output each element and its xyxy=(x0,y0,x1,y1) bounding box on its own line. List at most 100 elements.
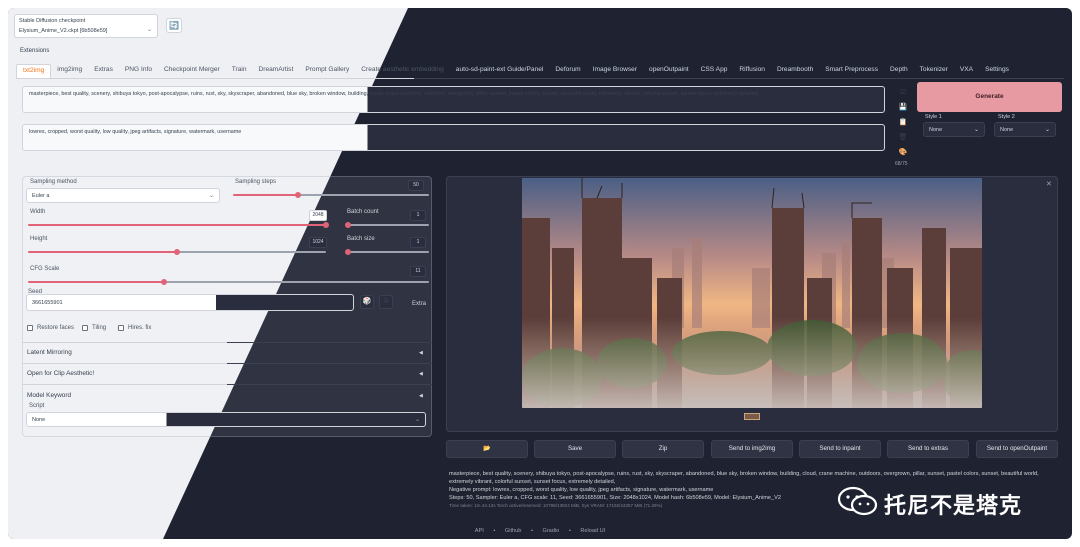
paste-params-icon[interactable]: ☑ xyxy=(898,88,908,98)
batch-size-slider[interactable] xyxy=(345,249,429,255)
tab-png-info[interactable]: PNG Info xyxy=(119,64,158,78)
slider-fill xyxy=(233,194,298,196)
cfg-scale-input[interactable]: 11 xyxy=(410,266,426,277)
tab-depth[interactable]: Depth xyxy=(884,64,914,78)
tab-tokenizer[interactable]: Tokenizer xyxy=(914,64,954,78)
tab-deforum[interactable]: Deforum xyxy=(549,64,586,78)
batch-count-slider[interactable] xyxy=(345,222,429,228)
tab-smart-preprocess[interactable]: Smart Preprocess xyxy=(819,64,884,78)
random-seed-button[interactable]: 🎲 xyxy=(360,295,374,309)
sampling-steps-label: Sampling steps xyxy=(235,179,277,185)
batch-size-input[interactable]: 1 xyxy=(410,237,426,248)
width-input[interactable]: 2048 xyxy=(309,210,327,221)
clip-aesthetic-accordion[interactable]: Open for Clip Aesthetic! xyxy=(27,370,94,377)
open-folder-button[interactable]: 📂 xyxy=(446,440,528,458)
negative-prompt-textarea[interactable]: lowres, cropped, worst quality, low qual… xyxy=(22,124,885,151)
footer-dot: • xyxy=(530,528,533,534)
script-value: None xyxy=(32,417,46,423)
cfg-scale-slider[interactable] xyxy=(28,279,429,285)
save-button[interactable]: Save xyxy=(534,440,616,458)
sampling-method-label: Sampling method xyxy=(30,179,77,185)
slider-fill xyxy=(28,224,326,226)
collapse-arrow-icon[interactable]: ◀ xyxy=(419,371,423,377)
restore-faces-checkbox[interactable] xyxy=(27,325,33,331)
trash-icon[interactable]: 🗑 xyxy=(898,133,908,143)
send-to-extras-button[interactable]: Send to extras xyxy=(887,440,969,458)
tab-image-browser[interactable]: Image Browser xyxy=(587,64,643,78)
width-label: Width xyxy=(30,209,46,215)
tab-openoutpaint[interactable]: openOutpaint xyxy=(643,64,695,78)
seed-input[interactable]: 3661655901 xyxy=(26,294,354,311)
script-dropdown[interactable]: None ⌄ xyxy=(26,412,426,427)
generated-image[interactable] xyxy=(522,178,982,408)
gallery-thumbnail[interactable] xyxy=(744,413,760,420)
save-style-icon[interactable]: 💾 xyxy=(898,103,908,113)
tab-css-app[interactable]: CSS App xyxy=(695,64,734,78)
tab-img2img[interactable]: img2img xyxy=(51,64,88,78)
sampling-method-value: Euler a xyxy=(32,193,50,199)
checkpoint-dropdown[interactable]: Stable Diffusion checkpoint Elysium_Anim… xyxy=(14,14,158,38)
tab-train[interactable]: Train xyxy=(226,64,253,78)
clipboard-icon[interactable]: 📋 xyxy=(898,118,908,128)
tab-dreambooth[interactable]: Dreambooth xyxy=(771,64,819,78)
tab-dreamartist[interactable]: DreamArtist xyxy=(253,64,300,78)
footer-gradio-link[interactable]: Gradio xyxy=(542,528,559,534)
tiling-checkbox[interactable] xyxy=(82,325,88,331)
checkpoint-label: Stable Diffusion checkpoint xyxy=(19,18,86,24)
send-to-inpaint-button[interactable]: Send to inpaint xyxy=(799,440,881,458)
tab-auto-sd-paint-ext-guide-panel[interactable]: auto-sd-paint-ext Guide/Panel xyxy=(450,64,550,78)
send-to-openoutpaint-button[interactable]: Send to openOutpaint xyxy=(976,440,1058,458)
collapse-arrow-icon[interactable]: ◀ xyxy=(419,350,423,356)
footer-github-link[interactable]: Github xyxy=(505,528,521,534)
hires-fix-label: Hires. fix xyxy=(128,325,152,331)
hires-fix-checkbox[interactable] xyxy=(118,325,124,331)
height-input[interactable]: 1024 xyxy=(309,237,327,248)
slider-knob[interactable] xyxy=(161,279,167,285)
height-slider[interactable] xyxy=(28,249,326,255)
dice-icon: 🎲 xyxy=(362,298,372,305)
sampling-method-dropdown[interactable]: Euler a ⌄ xyxy=(26,188,220,203)
chevron-down-icon: ⌄ xyxy=(146,27,152,33)
model-keyword-accordion[interactable]: Model Keyword xyxy=(27,392,71,399)
batch-count-input[interactable]: 1 xyxy=(410,210,426,221)
palette-icon[interactable]: 🎨 xyxy=(898,148,908,158)
tab-prompt-gallery[interactable]: Prompt Gallery xyxy=(299,64,355,78)
zip-button[interactable]: Zip xyxy=(622,440,704,458)
script-label: Script xyxy=(29,403,45,409)
width-slider[interactable] xyxy=(28,222,329,228)
footer-reload-link[interactable]: Reload UI xyxy=(580,528,605,534)
footer-api-link[interactable]: API xyxy=(475,528,484,534)
sampling-steps-input[interactable]: 50 xyxy=(408,180,424,191)
sampling-steps-slider[interactable] xyxy=(233,192,429,198)
chevron-down-icon: ⌄ xyxy=(208,193,214,199)
slider-knob[interactable] xyxy=(345,222,351,228)
slider-knob[interactable] xyxy=(323,222,329,228)
close-icon[interactable]: ✕ xyxy=(1046,180,1052,188)
refresh-checkpoint-button[interactable]: 🔄 xyxy=(166,18,182,33)
prompt-textarea[interactable]: masterpiece, best quality, scenery, shib… xyxy=(22,86,885,113)
tab-txt2img[interactable]: txt2img xyxy=(16,64,52,78)
slider-track xyxy=(345,251,429,253)
reuse-seed-button[interactable]: ♻ xyxy=(379,295,393,309)
extensions-label: Extensions xyxy=(20,48,50,54)
tab-create-aesthetic-embedding[interactable]: Create aesthetic embedding xyxy=(355,64,449,78)
tab-vxa[interactable]: VXA xyxy=(954,64,979,78)
tab-extras[interactable]: Extras xyxy=(88,64,119,78)
style1-dropdown[interactable]: None ⌄ xyxy=(923,122,985,137)
slider-knob[interactable] xyxy=(345,249,351,255)
slider-knob[interactable] xyxy=(295,192,301,198)
restore-faces-label: Restore faces xyxy=(37,325,75,331)
slider-knob[interactable] xyxy=(174,249,180,255)
send-to-img2img-button[interactable]: Send to img2img xyxy=(711,440,793,458)
tab-settings[interactable]: Settings xyxy=(979,64,1015,78)
collapse-arrow-icon[interactable]: ◀ xyxy=(419,393,423,399)
style2-label: Style 2 xyxy=(998,114,1015,120)
style1-label: Style 1 xyxy=(925,114,942,120)
extra-seed-label[interactable]: Extra xyxy=(412,301,426,307)
latent-mirroring-accordion[interactable]: Latent Mirroring xyxy=(27,349,72,356)
slider-fill xyxy=(28,251,177,253)
style2-dropdown[interactable]: None ⌄ xyxy=(994,122,1056,137)
generate-button[interactable]: Generate xyxy=(917,82,1062,112)
tab-checkpoint-merger[interactable]: Checkpoint Merger xyxy=(158,64,226,78)
tab-riffusion[interactable]: Riffusion xyxy=(733,64,771,78)
